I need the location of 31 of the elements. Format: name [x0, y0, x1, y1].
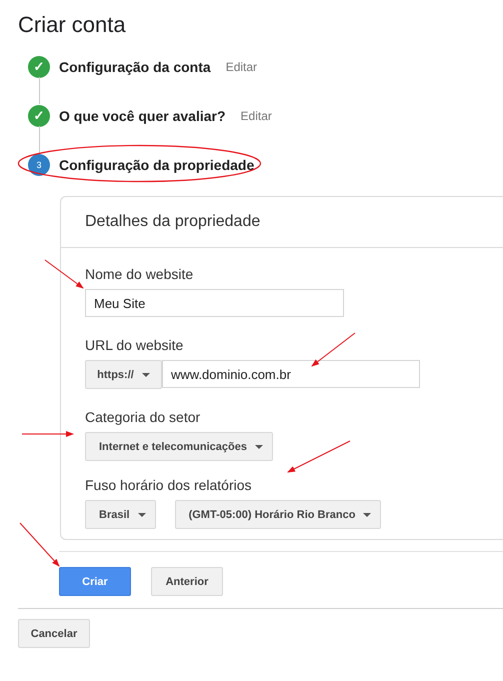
- cancel-button[interactable]: Cancelar: [18, 619, 90, 648]
- country-dropdown[interactable]: Brasil: [85, 500, 156, 529]
- step-badge: 3: [28, 154, 50, 176]
- input-field[interactable]: Meu Site: [85, 289, 344, 317]
- step-label: O que você quer avaliar?: [59, 108, 226, 124]
- caret-icon: [138, 512, 146, 516]
- annotation-arrow: [287, 440, 350, 472]
- caret-icon: [363, 512, 372, 516]
- step-badge: ✓: [28, 56, 50, 78]
- step-label: Configuração da conta: [59, 58, 211, 74]
- annotation-arrow: [311, 332, 356, 367]
- input-field[interactable]: www.dominio.com.br: [162, 360, 420, 388]
- timezone-dropdown[interactable]: (GMT-05:00) Horário Rio Branco: [174, 500, 382, 529]
- annotation-arrow: [22, 431, 74, 437]
- field-label: URL do website: [85, 337, 184, 353]
- caret-icon: [254, 444, 263, 448]
- annotation-arrow: [20, 522, 60, 567]
- page-title: Criar conta: [18, 12, 126, 38]
- edit-link[interactable]: Editar: [240, 108, 272, 122]
- protocol-dropdown[interactable]: https://: [85, 360, 162, 389]
- step-label: Configuração da propriedade: [59, 156, 254, 172]
- edit-link[interactable]: Editar: [226, 60, 258, 74]
- annotation-arrow: [44, 260, 84, 289]
- field-label: Categoria do setor: [85, 409, 200, 425]
- field-label: Nome do website: [85, 266, 194, 282]
- caret-icon: [142, 372, 150, 376]
- step-badge: ✓: [28, 104, 50, 126]
- back-button[interactable]: Anterior: [151, 567, 223, 596]
- field-label: Fuso horário dos relatórios: [85, 477, 252, 493]
- category-dropdown[interactable]: Internet e telecomunicações: [85, 432, 273, 461]
- card-title: Detalhes da propriedade: [61, 197, 503, 248]
